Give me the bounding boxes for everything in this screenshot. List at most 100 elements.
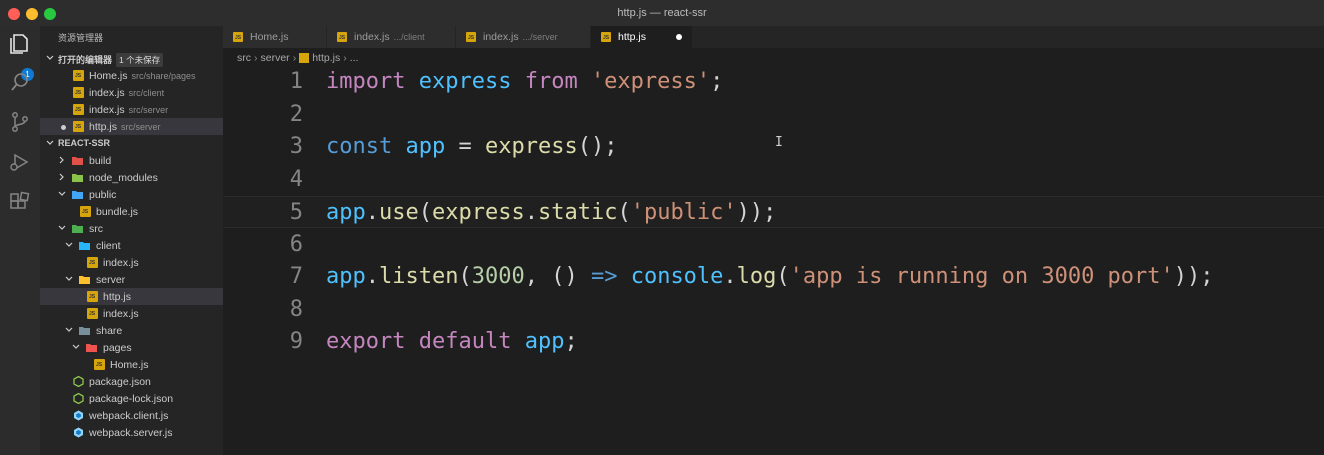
open-editor-path: src/server — [128, 105, 169, 115]
tree-file[interactable]: package.json — [40, 373, 223, 390]
open-editor-path: src/server — [121, 122, 161, 132]
debug-icon[interactable] — [8, 150, 32, 174]
code-token: . — [723, 264, 737, 289]
line-number: 4 — [289, 166, 303, 192]
code-text: app.use(express.static('public')); — [326, 200, 776, 225]
breadcrumb-item[interactable]: src — [237, 52, 251, 64]
tree-label: src — [89, 223, 103, 235]
open-editor-item[interactable]: index.jssrc/server — [40, 101, 223, 118]
folder-open-icon — [79, 327, 90, 335]
chevron-down-icon — [65, 242, 73, 247]
line-number: 5 — [289, 200, 303, 225]
line-number: 6 — [289, 231, 303, 257]
js-file-icon — [73, 121, 84, 132]
open-editor-item[interactable]: index.jssrc/client — [40, 84, 223, 101]
code-token: app — [524, 329, 565, 354]
code-line[interactable]: 4 — [223, 164, 1324, 196]
breadcrumb-item[interactable]: http.js — [312, 52, 340, 64]
tree-folder[interactable]: src — [40, 220, 223, 237]
code-token: 'public' — [630, 200, 737, 225]
open-editors-header[interactable]: 打开的编辑器 1 个未保存 — [40, 50, 223, 67]
open-editor-name: Home.js — [89, 70, 128, 82]
files-icon[interactable] — [8, 32, 32, 56]
tree-file[interactable]: webpack.client.js — [40, 407, 223, 424]
tab-http-js[interactable]: http.js — [591, 26, 692, 48]
js-file-icon — [337, 32, 347, 42]
open-editor-item-active[interactable]: http.jssrc/server — [40, 118, 223, 135]
code-token: ( — [776, 264, 790, 289]
tree-file[interactable]: package-lock.json — [40, 390, 223, 407]
code-token: log — [736, 264, 777, 289]
code-token: express — [484, 134, 578, 159]
tree-folder[interactable]: build — [40, 152, 223, 169]
open-editor-name: http.js — [89, 121, 118, 133]
tree-folder[interactable]: client — [40, 237, 223, 254]
folder-open-icon — [72, 191, 83, 199]
tree-file[interactable]: index.js — [40, 305, 223, 322]
tree-folder[interactable]: share — [40, 322, 223, 339]
chevron-right-icon — [59, 173, 64, 181]
code-token: app — [326, 264, 366, 289]
tree-label: share — [96, 325, 123, 337]
tab-index-client[interactable]: index.js.../client — [327, 26, 455, 48]
extensions-icon[interactable] — [8, 190, 32, 214]
code-token: export — [326, 329, 406, 354]
code-line[interactable]: 6 — [223, 229, 1324, 261]
tab-label: http.js — [618, 31, 647, 43]
tree-label: index.js — [103, 308, 139, 320]
code-token: = — [445, 134, 485, 159]
tree-file[interactable]: Home.js — [40, 356, 223, 373]
code-line[interactable]: 7 app.listen(3000, () => console.log('app… — [223, 261, 1324, 293]
tab-index-server[interactable]: index.js.../server — [456, 26, 590, 48]
tree-file-selected[interactable]: http.js — [40, 288, 223, 305]
chevron-right-icon: › — [254, 52, 258, 65]
project-header[interactable]: REACT-SSR — [40, 135, 223, 152]
unsaved-dot-icon[interactable] — [676, 34, 682, 40]
code-token: ( — [617, 200, 631, 225]
open-editor-item[interactable]: Home.jssrc/share/pages — [40, 67, 223, 84]
tree-folder[interactable]: node_modules — [40, 169, 223, 186]
line-number: 9 — [289, 329, 303, 354]
tree-label: http.js — [103, 291, 132, 303]
tree-file[interactable]: index.js — [40, 254, 223, 271]
chevron-down-icon — [65, 327, 73, 332]
activity-bar: 1 — [0, 26, 40, 455]
tree-label: package.json — [89, 376, 151, 388]
code-line[interactable]: 8 — [223, 294, 1324, 326]
code-line[interactable]: 5 app.use(express.static('public')); — [223, 196, 1324, 228]
tree-folder[interactable]: server — [40, 271, 223, 288]
tree-file[interactable]: webpack.server.js — [40, 424, 223, 441]
code-text: app.listen(3000, () => console.log('app … — [326, 264, 1214, 289]
code-text: const app = express(); — [326, 134, 617, 159]
breadcrumb-item[interactable]: server — [261, 52, 290, 64]
source-control-icon[interactable] — [8, 110, 32, 134]
line-number: 7 — [289, 264, 303, 289]
tree-label: package-lock.json — [89, 393, 174, 405]
open-editor-name: index.js — [89, 87, 125, 99]
tab-bar: Home.js index.js.../client index.js.../s… — [223, 26, 1324, 48]
tree-folder[interactable]: public — [40, 186, 223, 203]
code-line[interactable]: 3 const app = express(); — [223, 131, 1324, 163]
unsaved-dot-icon — [61, 125, 66, 130]
tree-file[interactable]: bundle.js — [40, 203, 223, 220]
code-line[interactable]: 2 — [223, 99, 1324, 131]
folder-open-icon — [79, 242, 90, 250]
search-icon[interactable] — [8, 70, 32, 94]
tab-home-js[interactable]: Home.js — [223, 26, 326, 48]
code-line[interactable]: 9 export default app; — [223, 326, 1324, 358]
code-line[interactable]: 1 import express from 'express'; — [223, 66, 1324, 98]
mouse-cursor-icon: I — [775, 135, 783, 150]
folder-open-icon — [72, 225, 83, 233]
chevron-right-icon: › — [292, 52, 297, 65]
title-bar: http.js — react-ssr — [0, 0, 1324, 26]
code-token: use — [379, 200, 419, 225]
breadcrumb-item[interactable]: ... — [350, 52, 359, 64]
code-editor[interactable]: 1 import express from 'express'; 2 3 const a… — [223, 66, 1324, 455]
tree-folder[interactable]: pages — [40, 339, 223, 356]
code-token: static — [537, 200, 618, 225]
code-token: ( — [458, 264, 472, 289]
line-number: 2 — [289, 101, 303, 127]
js-file-icon — [299, 53, 310, 64]
